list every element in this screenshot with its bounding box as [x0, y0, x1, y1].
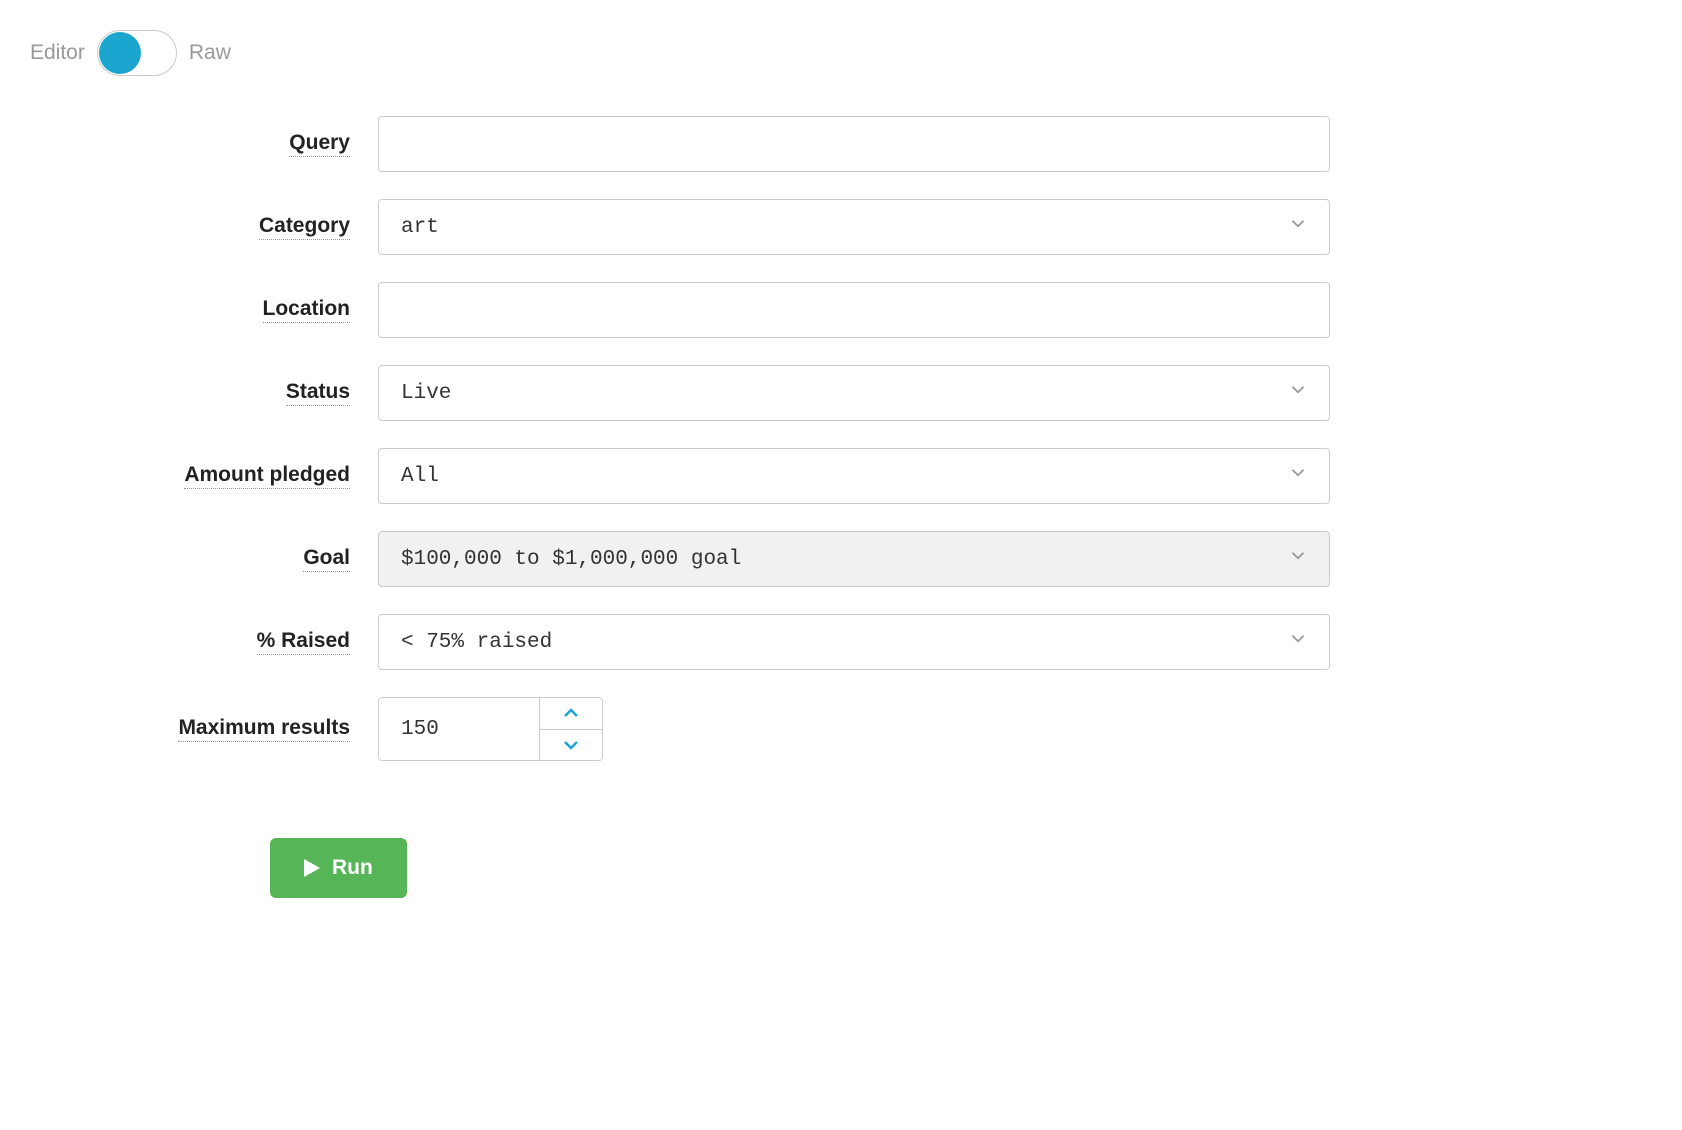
- goal-select-value: $100,000 to $1,000,000 goal: [401, 548, 741, 571]
- chevron-down-icon: [1287, 545, 1309, 574]
- toggle-label-editor: Editor: [30, 41, 85, 65]
- stepper-down-button[interactable]: [540, 730, 602, 761]
- view-mode-toggle-row: Editor Raw: [30, 30, 1652, 76]
- query-input[interactable]: [378, 116, 1330, 172]
- label-maximum-results: Maximum results: [178, 716, 350, 742]
- label-status: Status: [286, 380, 350, 406]
- row-goal: Goal $100,000 to $1,000,000 goal: [30, 531, 1330, 587]
- row-location: Location: [30, 282, 1330, 338]
- toggle-label-raw: Raw: [189, 41, 231, 65]
- row-category: Category art: [30, 199, 1330, 255]
- row-query: Query: [30, 116, 1330, 172]
- amount-pledged-select[interactable]: All: [378, 448, 1330, 504]
- view-mode-toggle[interactable]: [97, 30, 177, 76]
- maximum-results-stepper: [378, 697, 603, 761]
- toggle-knob: [99, 32, 141, 74]
- label-percent-raised: % Raised: [257, 629, 350, 655]
- chevron-down-icon: [1287, 379, 1309, 408]
- stepper-up-button[interactable]: [540, 698, 602, 730]
- chevron-down-icon: [1287, 628, 1309, 657]
- goal-select[interactable]: $100,000 to $1,000,000 goal: [378, 531, 1330, 587]
- chevron-up-icon: [563, 708, 579, 718]
- label-query: Query: [289, 131, 350, 157]
- status-select-value: Live: [401, 382, 451, 405]
- status-select[interactable]: Live: [378, 365, 1330, 421]
- percent-raised-select-value: < 75% raised: [401, 631, 552, 654]
- button-row: Run: [30, 838, 1330, 898]
- amount-pledged-select-value: All: [401, 465, 439, 488]
- label-goal: Goal: [303, 546, 350, 572]
- category-select[interactable]: art: [378, 199, 1330, 255]
- row-percent-raised: % Raised < 75% raised: [30, 614, 1330, 670]
- label-category: Category: [259, 214, 350, 240]
- row-maximum-results: Maximum results: [30, 697, 1330, 761]
- row-amount-pledged: Amount pledged All: [30, 448, 1330, 504]
- chevron-down-icon: [1287, 462, 1309, 491]
- play-icon: [304, 859, 320, 877]
- label-location: Location: [263, 297, 351, 323]
- run-button[interactable]: Run: [270, 838, 407, 898]
- category-select-value: art: [401, 216, 439, 239]
- run-button-label: Run: [332, 856, 373, 880]
- maximum-results-input[interactable]: [379, 698, 539, 760]
- percent-raised-select[interactable]: < 75% raised: [378, 614, 1330, 670]
- label-amount-pledged: Amount pledged: [184, 463, 350, 489]
- row-status: Status Live: [30, 365, 1330, 421]
- location-input[interactable]: [378, 282, 1330, 338]
- chevron-down-icon: [563, 740, 579, 750]
- chevron-down-icon: [1287, 213, 1309, 242]
- form-container: Query Category art Location Status: [30, 116, 1330, 898]
